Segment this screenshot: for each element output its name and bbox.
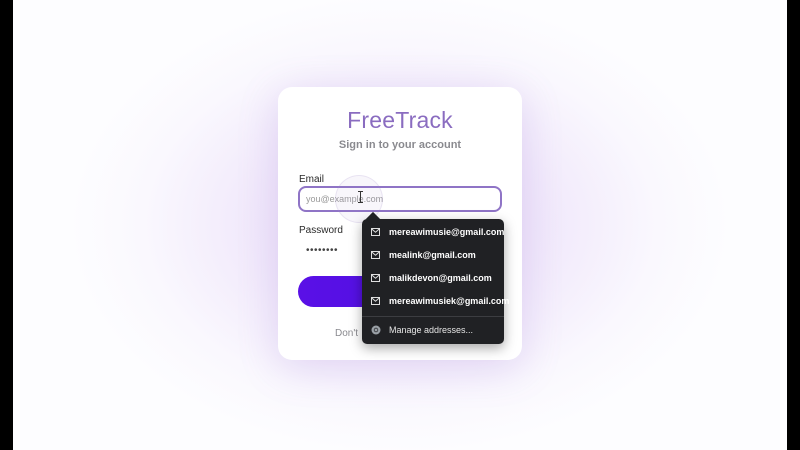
mail-icon — [371, 274, 380, 282]
autofill-suggestion-text: malikdevon@gmail.com — [389, 273, 492, 283]
manage-addresses-item[interactable]: Manage addresses... — [362, 319, 504, 341]
page-background: FreeTrack Sign in to your account Email … — [13, 0, 787, 450]
signup-prompt: Don't — [335, 328, 359, 339]
mail-icon — [371, 251, 380, 259]
autofill-suggestion-text: mereawimusie@gmail.com — [389, 227, 505, 237]
page-subtitle: Sign in to your account — [338, 139, 462, 151]
manage-addresses-label: Manage addresses... — [389, 325, 474, 335]
dropdown-divider — [362, 316, 504, 317]
email-input[interactable] — [298, 186, 502, 212]
mail-icon — [371, 228, 380, 236]
autofill-suggestion[interactable]: mereawimusiek@gmail.com — [362, 290, 509, 312]
autofill-suggestion[interactable]: mereawimusie@gmail.com — [362, 221, 504, 243]
email-label: Email — [299, 174, 325, 185]
password-label: Password — [299, 225, 343, 236]
chrome-icon — [371, 325, 381, 335]
autofill-dropdown: mereawimusie@gmail.com mealink@gmail.com… — [362, 219, 509, 344]
autofill-suggestion[interactable]: mealink@gmail.com — [362, 244, 504, 266]
brand-title: FreeTrack — [347, 107, 453, 133]
autofill-suggestion-text: mealink@gmail.com — [389, 250, 476, 260]
autofill-suggestion-text: mereawimusiek@gmail.com — [389, 296, 510, 306]
password-input[interactable]: •••••••• — [306, 245, 338, 256]
autofill-suggestion[interactable]: malikdevon@gmail.com — [362, 267, 504, 289]
mail-icon — [371, 297, 380, 305]
